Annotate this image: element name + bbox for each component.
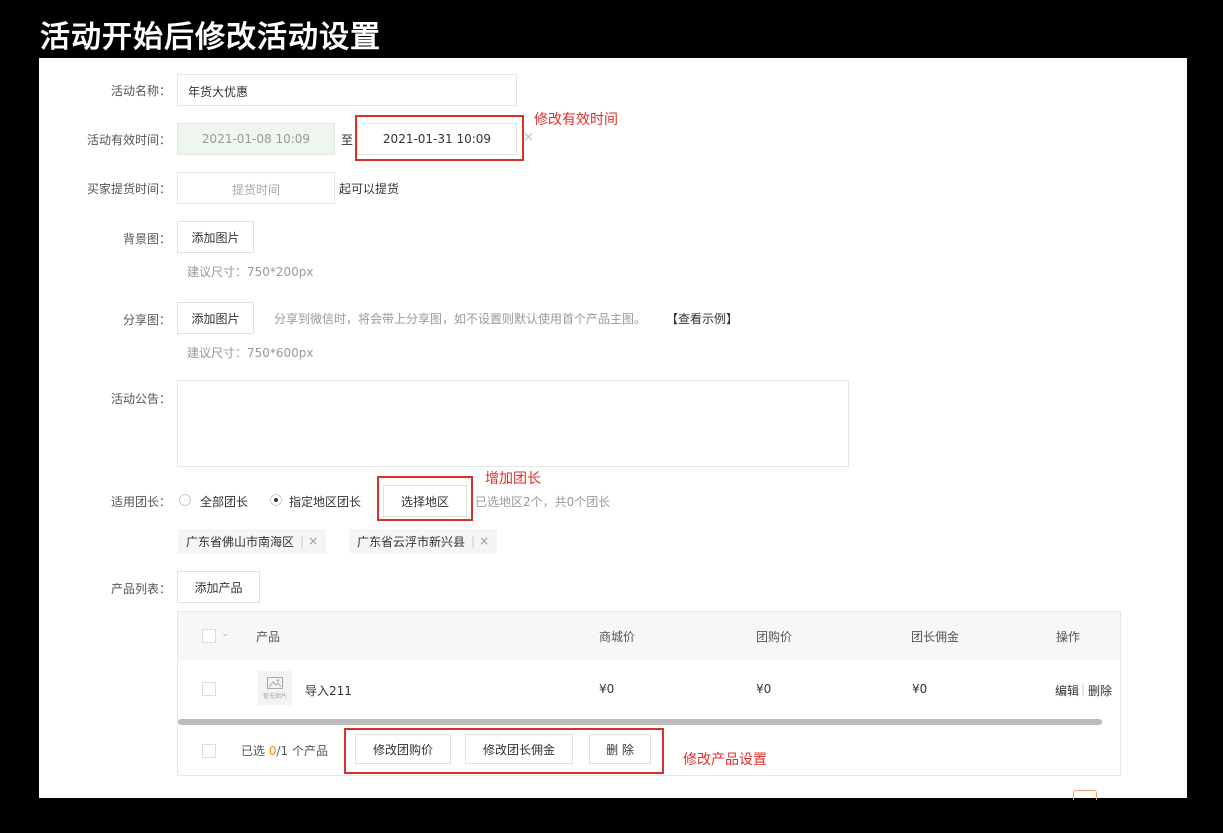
activity-name-input[interactable]: 年货大优惠: [177, 74, 517, 106]
pickup-time-label: 买家提货时间：: [86, 182, 171, 196]
delete-link[interactable]: 删除: [1088, 682, 1112, 699]
header-commission: 团长佣金: [911, 630, 960, 644]
notice-textarea[interactable]: [177, 380, 849, 467]
row-checkbox[interactable]: [202, 682, 216, 696]
leader-label: 适用团长：: [110, 495, 171, 509]
clear-time-icon[interactable]: ×: [523, 130, 534, 145]
annotation-valid-time: 修改有效时间: [534, 112, 618, 128]
radio-region-leaders-label: 指定地区团长: [289, 495, 362, 509]
table-header: [178, 612, 1120, 660]
settings-panel: 活动名称： 年货大优惠 活动有效时间： 2021-01-08 10:09 至 2…: [39, 58, 1187, 800]
annotation-box-valid-time: [355, 115, 524, 161]
action-separator: |: [1081, 682, 1086, 696]
image-icon: [267, 677, 283, 689]
region-tag: 广东省佛山市南海区 | ×: [178, 529, 327, 553]
remove-region-icon[interactable]: ×: [308, 534, 318, 548]
pickup-time-placeholder: 提货时间: [231, 183, 280, 197]
annotation-products: 修改产品设置: [683, 752, 767, 768]
add-share-image-button[interactable]: 添加图片: [177, 302, 254, 334]
selected-prefix: 已选: [241, 744, 269, 758]
back-to-top-icon[interactable]: [1073, 790, 1097, 800]
share-image-label: 分享图：: [122, 313, 171, 327]
start-time-input: 2021-01-08 10:09: [177, 123, 335, 155]
footer-select-checkbox[interactable]: [202, 744, 216, 758]
table-row: 暂无图片 导入211 ¥0 ¥0 ¥0 编辑 | 删除: [178, 660, 1120, 716]
region-summary: 已选地区2个，共0个团长: [475, 495, 611, 509]
remove-region-icon[interactable]: ×: [479, 534, 489, 548]
annotation-box-leader: [377, 476, 473, 521]
bg-size-hint: 建议尺寸：750*200px: [187, 265, 314, 279]
header-mall-price: 商城价: [599, 630, 636, 644]
radio-all-leaders-label: 全部团长: [200, 495, 249, 509]
selected-suffix: /1 个产品: [276, 744, 328, 758]
share-hint: 分享到微信时，将会带上分享图，如不设置则默认使用首个产品主图。: [274, 312, 647, 326]
region-tag: 广东省云浮市新兴县 | ×: [349, 529, 498, 553]
start-time-value: 2021-01-08 10:09: [201, 132, 311, 146]
horizontal-scrollbar[interactable]: [178, 719, 1102, 725]
header-group-price: 团购价: [756, 630, 793, 644]
header-product: 产品: [256, 630, 281, 644]
pickup-suffix: 起可以提货: [339, 182, 400, 196]
annotation-box-products: [344, 728, 664, 774]
edit-link[interactable]: 编辑: [1055, 682, 1079, 699]
bg-image-label: 背景图：: [122, 232, 171, 246]
slide-title: 活动开始后修改活动设置: [40, 20, 381, 55]
region-tag-label: 广东省云浮市新兴县: [357, 534, 466, 549]
select-all-checkbox[interactable]: [202, 629, 216, 643]
activity-name-value: 年货大优惠: [188, 85, 249, 99]
annotation-leader: 增加团长: [485, 471, 541, 487]
product-thumbnail: 暂无图片: [258, 671, 292, 705]
group-price: ¥0: [756, 682, 772, 696]
activity-name-label: 活动名称：: [110, 84, 171, 98]
radio-all-leaders[interactable]: [179, 494, 191, 506]
chevron-down-icon[interactable]: ⌄: [221, 628, 229, 639]
thumbnail-placeholder-text: 暂无图片: [262, 693, 287, 700]
radio-region-leaders[interactable]: [270, 494, 282, 506]
region-tag-label: 广东省佛山市南海区: [186, 534, 295, 549]
notice-label: 活动公告：: [110, 392, 171, 406]
product-list-label: 产品列表：: [110, 582, 171, 596]
share-size-hint: 建议尺寸：750*600px: [187, 346, 314, 360]
to-text: 至: [341, 133, 354, 147]
header-actions: 操作: [1056, 630, 1081, 644]
mall-price: ¥0: [599, 682, 615, 696]
add-bg-image-button[interactable]: 添加图片: [177, 221, 254, 253]
commission: ¥0: [912, 682, 928, 696]
valid-time-label: 活动有效时间：: [86, 133, 171, 147]
view-example-link[interactable]: 【查看示例】: [666, 310, 738, 327]
selected-count: 已选 0/1 个产品: [241, 742, 328, 759]
pickup-time-input[interactable]: 提货时间: [177, 172, 335, 204]
add-product-button[interactable]: 添加产品: [177, 571, 260, 603]
product-name: 导入211: [305, 684, 352, 698]
